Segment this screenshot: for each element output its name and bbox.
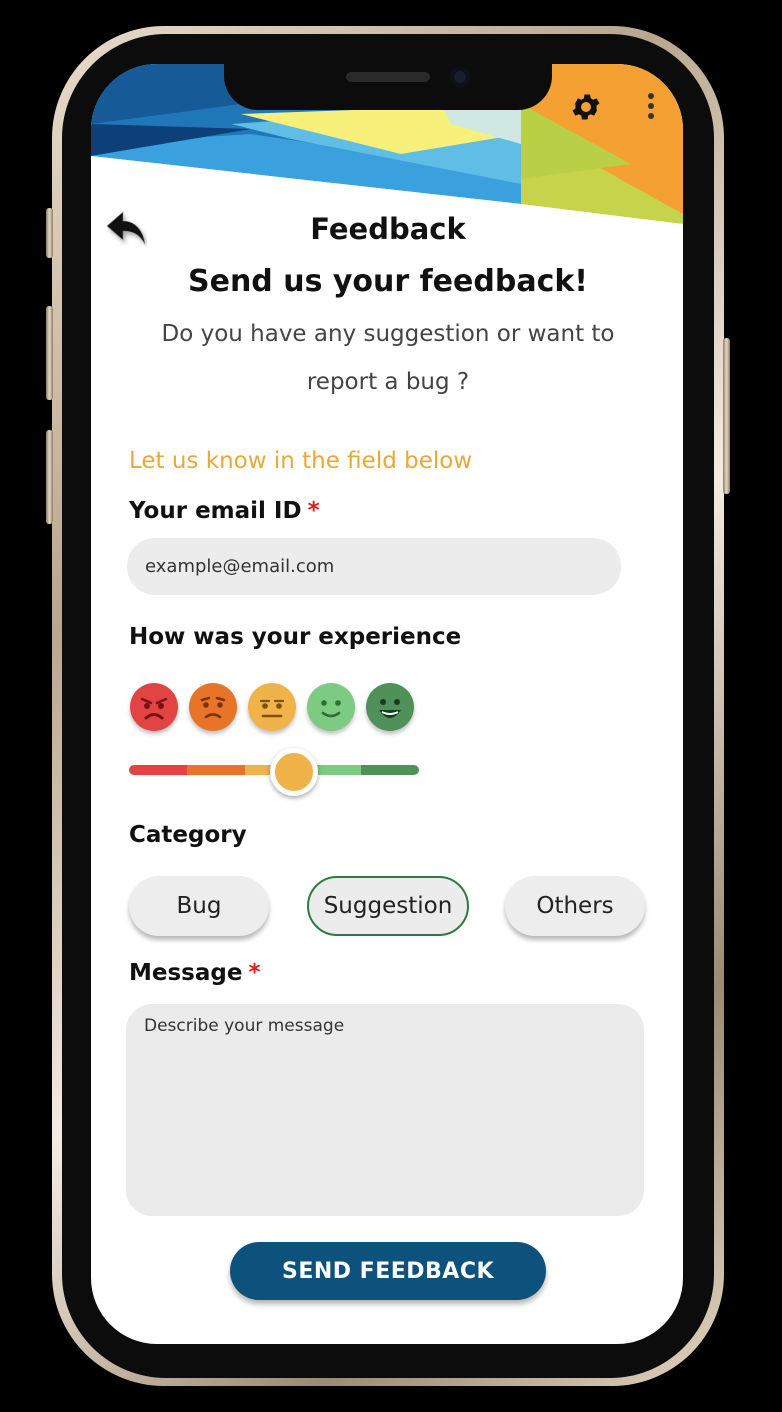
slider-track-very-bad: [129, 765, 187, 775]
category-chip-others[interactable]: Others: [505, 876, 645, 936]
message-label-text: Message: [129, 960, 243, 986]
page-subtitle: Send us your feedback!: [187, 264, 588, 299]
message-textarea[interactable]: [126, 1004, 644, 1216]
power-button: [723, 338, 730, 494]
send-feedback-button[interactable]: SEND FEEDBACK: [230, 1242, 546, 1300]
required-mark: *: [248, 960, 261, 986]
front-camera: [450, 67, 470, 87]
app-screen: Feedback Send us your feedback! Do you h…: [91, 64, 683, 1344]
category-chip-suggestion[interactable]: Suggestion: [307, 876, 469, 936]
experience-slider[interactable]: [129, 748, 419, 796]
page-title: Feedback: [310, 212, 466, 246]
email-field[interactable]: [127, 538, 621, 595]
volume-up-button: [46, 306, 53, 400]
category-chip-bug[interactable]: Bug: [129, 876, 269, 936]
sad-face-icon[interactable]: [188, 682, 238, 732]
speaker-grille: [346, 72, 430, 82]
slider-thumb[interactable]: [270, 748, 319, 796]
silent-switch: [46, 208, 53, 258]
phone-notch: [224, 56, 552, 110]
volume-down-button: [46, 430, 53, 524]
page-description: Do you have any suggestion or want to re…: [161, 321, 615, 395]
very-angry-face-icon[interactable]: [129, 682, 179, 732]
required-mark: *: [307, 498, 320, 524]
message-label: Message *: [129, 960, 260, 986]
email-label: Your email ID *: [129, 498, 320, 524]
email-label-text: Your email ID: [129, 498, 302, 524]
slider-track-very-good: [361, 765, 419, 775]
slider-track-bad: [187, 765, 245, 775]
category-label: Category: [129, 822, 247, 848]
happy-face-icon[interactable]: [365, 682, 415, 732]
kebab-menu-icon[interactable]: [641, 88, 661, 124]
experience-faces: [129, 682, 419, 736]
experience-label: How was your experience: [129, 624, 462, 650]
field-hint: Let us know in the field below: [129, 448, 473, 474]
neutral-face-icon[interactable]: [247, 682, 297, 732]
smile-face-icon[interactable]: [306, 682, 356, 732]
gear-icon[interactable]: [565, 86, 607, 128]
